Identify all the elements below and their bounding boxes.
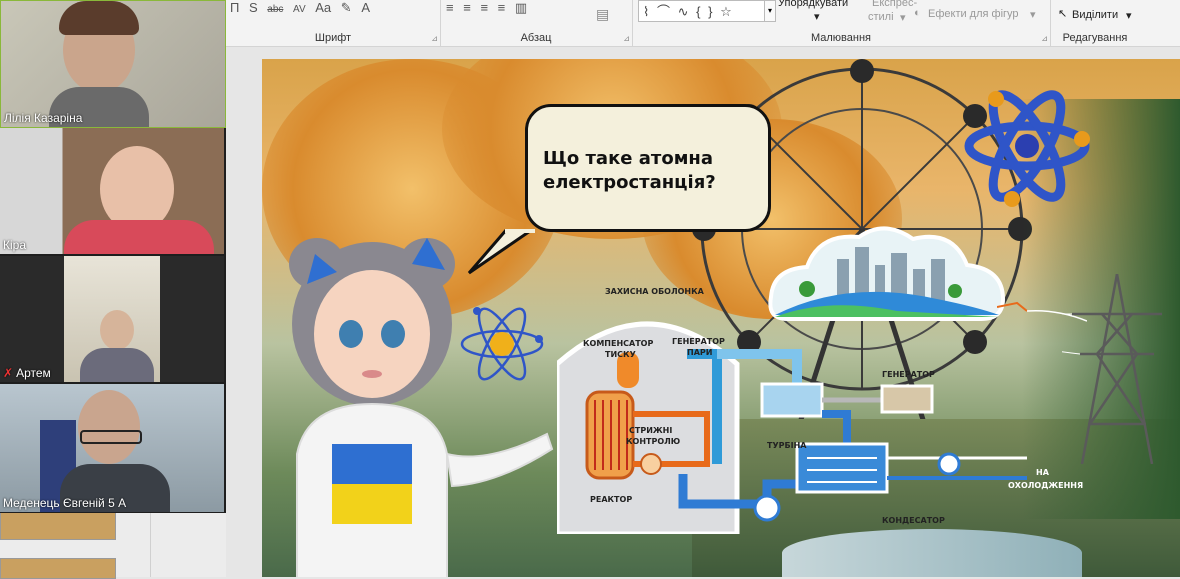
participant-face [100, 310, 134, 350]
arc-icon[interactable]: ⌒ [657, 1, 670, 20]
label-steam-generator: ГЕНЕРАТОР [672, 337, 725, 346]
participant-name: Кіра [3, 238, 27, 252]
font-group: П S abc AV Aa ✎ A Шрифт ⊿ [226, 0, 441, 46]
select-button[interactable]: Виділити [1072, 9, 1118, 21]
highlight-icon[interactable]: ✎ [341, 0, 352, 16]
dialog-launcher-icon[interactable]: ⊿ [1041, 34, 1048, 43]
participant-name: Меденець Євгеній 5 А [3, 496, 127, 510]
participant-hair [59, 1, 139, 35]
chevron-down-icon: ▾ [1126, 10, 1132, 22]
participant-body [64, 220, 214, 254]
label-turbine: ТУРБІНА [767, 441, 807, 450]
change-case-icon[interactable]: Aa [315, 0, 331, 15]
justify-icon[interactable]: ≡ [498, 0, 506, 15]
label-cooling: НА [1036, 468, 1049, 477]
chevron-down-icon: ▾ [814, 11, 820, 23]
brace-right-icon[interactable]: } [708, 4, 712, 19]
label-generator: ГЕНЕРАТОР [882, 370, 935, 379]
shapes-gallery[interactable]: ⌇ ⌒ ∿ { } ☆ [638, 0, 766, 22]
label-condenser: КОНДЕСАТОР [882, 516, 945, 525]
participant-name-text: Артем [16, 366, 51, 380]
paragraph-group: ≡ ≡ ≡ ≡ ▥ ▤ Абзац ⊿ [440, 0, 633, 46]
strikethrough-icon[interactable]: abc [267, 4, 283, 15]
participant-name: Лілія Казаріна [4, 111, 83, 125]
quick-styles-button[interactable]: Експрес- [872, 0, 917, 9]
font-tools: П S abc AV Aa ✎ A [230, 0, 376, 16]
participant-video [64, 256, 160, 382]
slide-canvas[interactable]: ЗАХИСНА ОБОЛОНКА КОМПЕНСАТОР ТИСКУ ГЕНЕР… [262, 59, 1180, 577]
label-pressurizer: КОМПЕНСАТОР [583, 339, 654, 348]
dialog-launcher-icon[interactable]: ⊿ [431, 34, 438, 43]
columns-icon[interactable]: ▥ [515, 0, 527, 16]
align-right-icon[interactable]: ≡ [480, 0, 488, 15]
nuclear-plant-diagram [557, 321, 1027, 534]
label-control-rods-2: КОНТРОЛЮ [626, 437, 681, 446]
label-control-rods: СТРИЖНІ [629, 426, 673, 435]
speech-bubble-tail [467, 229, 535, 275]
participant-tile[interactable]: ✗ Артем [0, 256, 224, 382]
shape-effects-button[interactable]: Ефекти для фігур [928, 8, 1019, 20]
paragraph-tools: ≡ ≡ ≡ ≡ ▥ [446, 0, 533, 16]
drawing-group-label: Малювання [810, 32, 872, 44]
brace-left-icon[interactable]: { [696, 4, 700, 19]
editing-group-label: Редагування [1062, 32, 1128, 44]
font-group-label: Шрифт [314, 32, 352, 44]
video-call-panel: Лілія Казаріна Кіра ✗ Артем Меденець Євге… [0, 0, 226, 513]
char-spacing-icon[interactable]: AV [293, 4, 306, 15]
participant-body [80, 348, 154, 382]
girl-character-image [289, 238, 554, 577]
quick-styles-button-line2[interactable]: стилі [868, 11, 894, 23]
cursor-icon: ↖ [1058, 8, 1068, 20]
star-icon[interactable]: ☆ [720, 4, 732, 20]
curve-icon[interactable]: ∿ [678, 4, 689, 20]
atom-icon [964, 90, 1090, 207]
label-cooling-2: ОХОЛОДЖЕННЯ [1008, 481, 1084, 490]
glasses-icon [80, 430, 142, 444]
label-containment: ЗАХИСНА ОБОЛОНКА [605, 287, 704, 296]
underline-icon[interactable]: П [230, 0, 239, 15]
chevron-down-icon: ▾ [900, 12, 906, 24]
participant-tile[interactable]: Меденець Євгеній 5 А [0, 384, 224, 512]
arrange-button[interactable]: Упорядкувати [778, 0, 848, 9]
align-center-icon[interactable]: ≡ [463, 0, 471, 15]
river [782, 529, 1082, 577]
ribbon-toolbar: П S abc AV Aa ✎ A Шрифт ⊿ ≡ ≡ ≡ ≡ ▥ ▤ Аб… [226, 0, 1180, 47]
paragraph-group-label: Абзац [520, 32, 552, 44]
drawing-group: ⌇ ⌒ ∿ { } ☆ ▾ Упорядкувати ▾ Експрес- ст… [632, 0, 1051, 46]
slide-thumbnail[interactable] [0, 510, 116, 540]
font-color-icon[interactable]: A [361, 0, 370, 15]
label-pressurizer-2: ТИСКУ [605, 350, 636, 359]
speech-bubble: Що таке атомна електростанція? [525, 104, 771, 232]
label-steam-generator-2: ПАРИ [687, 348, 713, 357]
small-atom-icon [460, 307, 544, 381]
freeform-icon[interactable]: ⌇ [643, 4, 649, 20]
align-left-icon[interactable]: ≡ [446, 0, 454, 15]
slide-thumbnail[interactable] [0, 558, 116, 579]
participant-face [78, 390, 140, 464]
participant-tile[interactable]: Лілія Казаріна [0, 0, 226, 128]
editing-group: ↖ Виділити ▾ Редагування [1050, 0, 1140, 46]
label-reactor: РЕАКТОР [590, 495, 633, 504]
smartart-icon[interactable]: ▤ [596, 6, 609, 23]
shape-effects-icon: ◐ [914, 7, 921, 19]
shadow-icon[interactable]: S [249, 0, 258, 15]
gallery-scroll-icon[interactable]: ▾ [764, 0, 776, 22]
muted-mic-icon: ✗ [3, 366, 14, 380]
chevron-down-icon: ▾ [1030, 9, 1036, 21]
participant-tile[interactable]: Кіра [0, 128, 224, 254]
participant-name: ✗ Артем [3, 366, 51, 380]
speech-bubble-text: Що таке атомна електростанція? [543, 148, 716, 193]
dialog-launcher-icon[interactable]: ⊿ [623, 34, 630, 43]
